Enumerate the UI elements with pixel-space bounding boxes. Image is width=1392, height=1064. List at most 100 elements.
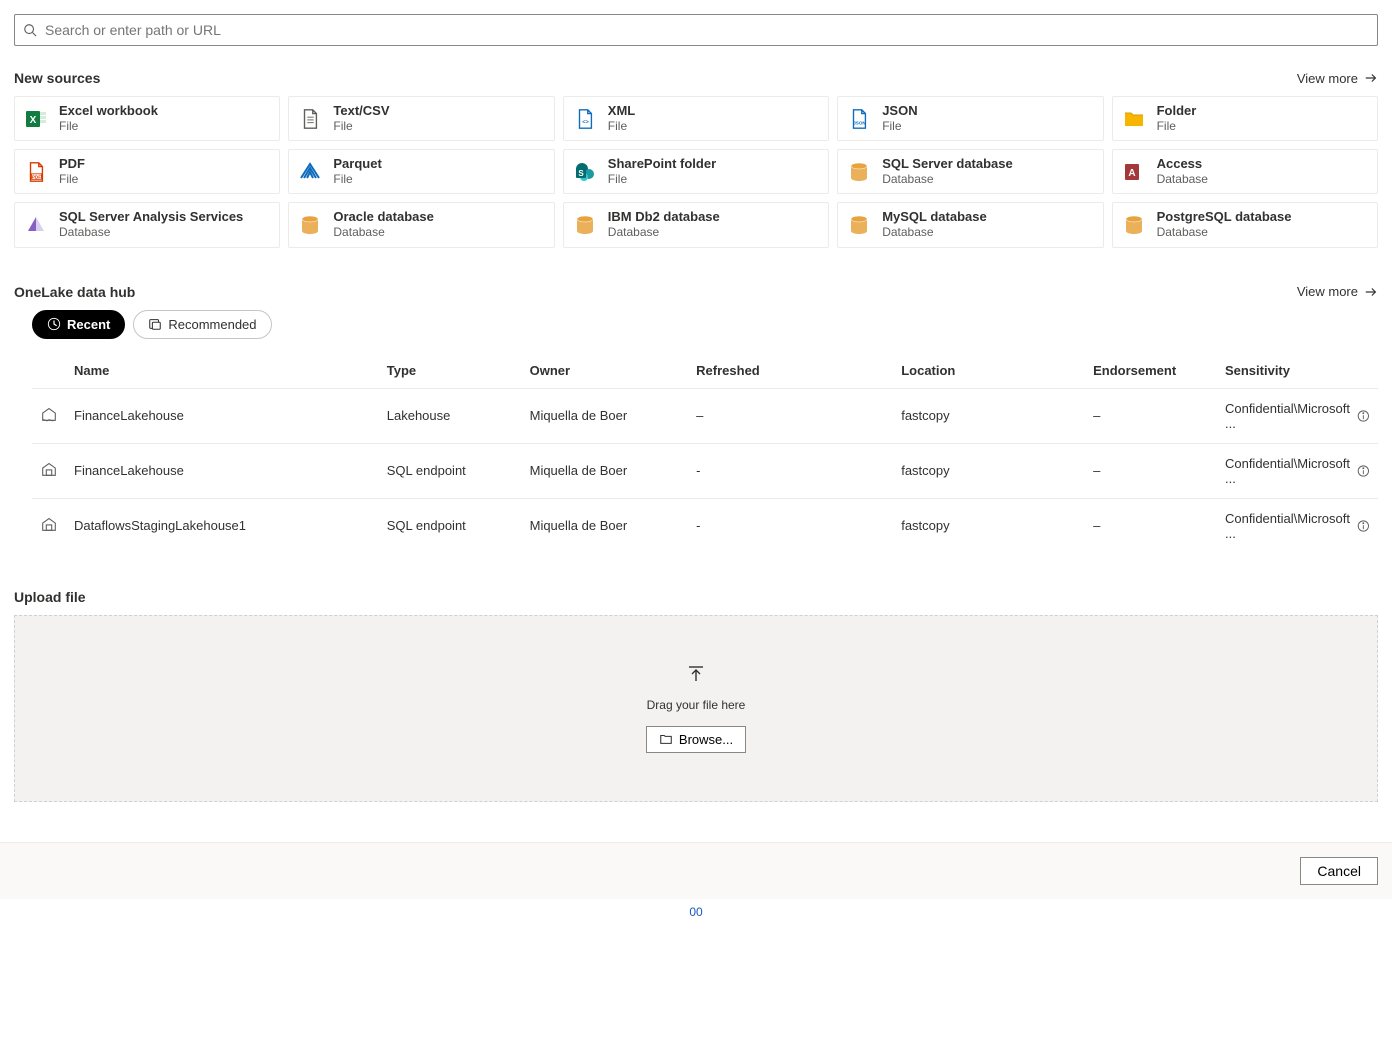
postgres-icon: [1121, 212, 1147, 238]
search-bar[interactable]: [14, 14, 1378, 46]
tab-recommended[interactable]: Recommended: [133, 310, 271, 339]
browse-button[interactable]: Browse...: [646, 726, 746, 753]
cancel-button[interactable]: Cancel: [1300, 857, 1378, 885]
source-card-xml[interactable]: <> XML File: [563, 96, 829, 141]
source-subtitle: File: [59, 119, 158, 135]
xml-icon: <>: [572, 106, 598, 132]
table-row[interactable]: FinanceLakehouse SQL endpoint Miquella d…: [32, 443, 1378, 498]
info-icon: [1357, 409, 1370, 423]
cell-type: SQL endpoint: [379, 443, 522, 498]
source-card-parquet[interactable]: Parquet File: [288, 149, 554, 194]
col-refreshed[interactable]: Refreshed: [688, 353, 893, 389]
arrow-right-icon: [1364, 71, 1378, 85]
source-card-access[interactable]: A Access Database: [1112, 149, 1378, 194]
svg-text:A: A: [1128, 168, 1135, 179]
cell-location: fastcopy: [893, 443, 1085, 498]
browse-label: Browse...: [679, 732, 733, 747]
source-title: JSON: [882, 103, 917, 119]
source-title: PDF: [59, 156, 85, 172]
source-card-mysql-database[interactable]: MySQL database Database: [837, 202, 1103, 247]
cell-owner: Miquella de Boer: [522, 388, 689, 443]
col-name[interactable]: Name: [66, 353, 379, 389]
source-card-json[interactable]: JSON JSON File: [837, 96, 1103, 141]
source-card-sql-server-database[interactable]: SQL Server database Database: [837, 149, 1103, 194]
source-subtitle: File: [59, 172, 85, 188]
source-subtitle: Database: [882, 225, 987, 241]
sharepoint-icon: S: [572, 159, 598, 185]
sqlendpoint-icon: [40, 460, 58, 478]
col-owner[interactable]: Owner: [522, 353, 689, 389]
sqlserver-icon: [846, 159, 872, 185]
svg-text:S: S: [578, 169, 584, 178]
source-card-ibm-db2-database[interactable]: IBM Db2 database Database: [563, 202, 829, 247]
svg-text:<>: <>: [582, 119, 588, 125]
mysql-icon: [846, 212, 872, 238]
tab-recent-label: Recent: [67, 317, 110, 332]
source-card-pdf[interactable]: PDF PDF File: [14, 149, 280, 194]
table-row[interactable]: FinanceLakehouse Lakehouse Miquella de B…: [32, 388, 1378, 443]
info-icon: [1357, 464, 1370, 478]
source-card-text-csv[interactable]: Text/CSV File: [288, 96, 554, 141]
source-subtitle: Database: [1157, 225, 1292, 241]
json-icon: JSON: [846, 106, 872, 132]
upload-dropzone[interactable]: Drag your file here Browse...: [14, 615, 1378, 802]
source-subtitle: File: [1157, 119, 1197, 135]
source-title: PostgreSQL database: [1157, 209, 1292, 225]
col-type[interactable]: Type: [379, 353, 522, 389]
parquet-icon: [297, 159, 323, 185]
cell-owner: Miquella de Boer: [522, 498, 689, 553]
source-title: IBM Db2 database: [608, 209, 720, 225]
tab-recent[interactable]: Recent: [32, 310, 125, 339]
cell-name: FinanceLakehouse: [66, 443, 379, 498]
source-subtitle: Database: [59, 225, 243, 241]
source-card-excel-workbook[interactable]: X Excel workbook File: [14, 96, 280, 141]
table-row[interactable]: DataflowsStagingLakehouse1 SQL endpoint …: [32, 498, 1378, 553]
view-more-sources[interactable]: View more: [1297, 71, 1378, 86]
cell-refreshed: -: [688, 498, 893, 553]
source-subtitle: File: [608, 119, 635, 135]
source-card-sharepoint-folder[interactable]: S SharePoint folder File: [563, 149, 829, 194]
source-card-sql-server-analysis-services[interactable]: SQL Server Analysis Services Database: [14, 202, 280, 247]
onelake-header: OneLake data hub View more: [14, 284, 1378, 300]
oracle-icon: [297, 212, 323, 238]
cell-location: fastcopy: [893, 388, 1085, 443]
source-subtitle: File: [333, 119, 389, 135]
lakehouse-icon: [40, 405, 58, 423]
excel-icon: X: [23, 106, 49, 132]
onelake-table: NameTypeOwnerRefreshedLocationEndorsemen…: [32, 353, 1378, 553]
view-more-label: View more: [1297, 71, 1358, 86]
search-icon: [23, 23, 37, 37]
cell-name: DataflowsStagingLakehouse1: [66, 498, 379, 553]
source-title: Folder: [1157, 103, 1197, 119]
source-card-oracle-database[interactable]: Oracle database Database: [288, 202, 554, 247]
view-more-onelake[interactable]: View more: [1297, 284, 1378, 299]
view-more-label: View more: [1297, 284, 1358, 299]
cell-name: FinanceLakehouse: [66, 388, 379, 443]
pdf-icon: PDF: [23, 159, 49, 185]
source-title: Access: [1157, 156, 1208, 172]
search-input[interactable]: [45, 22, 1369, 38]
svg-text:JSON: JSON: [853, 120, 865, 125]
source-title: SQL Server database: [882, 156, 1013, 172]
col-location[interactable]: Location: [893, 353, 1085, 389]
source-card-postgresql-database[interactable]: PostgreSQL database Database: [1112, 202, 1378, 247]
cell-endorsement: –: [1085, 388, 1217, 443]
new-sources-header: New sources View more: [14, 70, 1378, 86]
cell-endorsement: –: [1085, 498, 1217, 553]
col-endorsement[interactable]: Endorsement: [1085, 353, 1217, 389]
sqlendpoint-icon: [40, 515, 58, 533]
col-sensitivity[interactable]: Sensitivity: [1217, 353, 1378, 389]
source-title: SQL Server Analysis Services: [59, 209, 243, 225]
arrow-right-icon: [1364, 285, 1378, 299]
source-subtitle: File: [608, 172, 716, 188]
access-icon: A: [1121, 159, 1147, 185]
source-title: Parquet: [333, 156, 381, 172]
source-title: Text/CSV: [333, 103, 389, 119]
cell-refreshed: –: [688, 388, 893, 443]
cell-sensitivity: Confidential\Microsoft ...: [1217, 443, 1378, 498]
source-card-folder[interactable]: Folder File: [1112, 96, 1378, 141]
source-title: XML: [608, 103, 635, 119]
cell-location: fastcopy: [893, 498, 1085, 553]
source-subtitle: Database: [882, 172, 1013, 188]
source-subtitle: Database: [608, 225, 720, 241]
